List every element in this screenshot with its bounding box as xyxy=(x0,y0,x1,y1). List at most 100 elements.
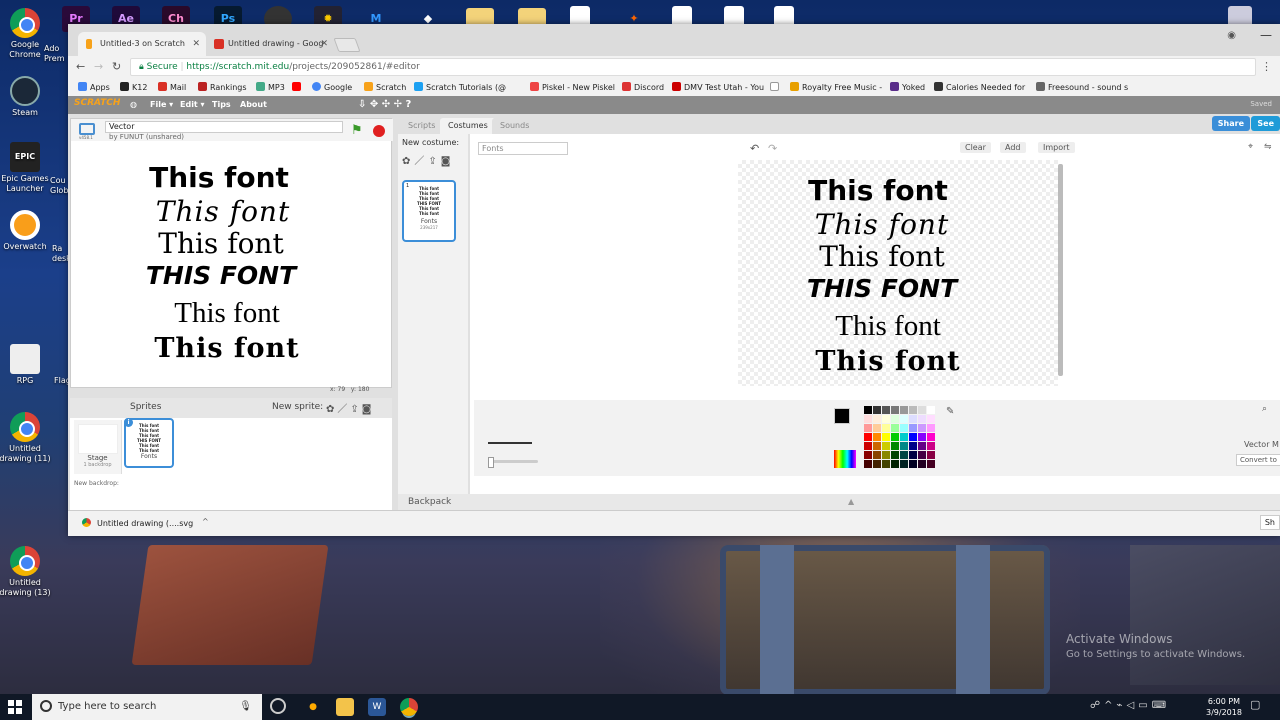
color-swatch[interactable] xyxy=(909,442,917,450)
desktop-icon-rpg[interactable]: RPG xyxy=(0,344,55,386)
bookmark-yoked[interactable]: Yoked xyxy=(890,82,925,92)
crosshair-icon[interactable]: ⌖ xyxy=(1248,142,1253,152)
color-swatch[interactable] xyxy=(918,433,926,441)
color-swatch[interactable] xyxy=(864,451,872,459)
undo-icon[interactable]: ↶ xyxy=(750,142,759,155)
color-swatch[interactable] xyxy=(918,460,926,468)
tab-costumes[interactable]: Costumes xyxy=(440,118,496,134)
bookmark-apps[interactable]: Apps xyxy=(78,82,110,92)
project-title-input[interactable]: Vector xyxy=(105,121,343,133)
stage-thumbnail[interactable]: Stage 1 backdrop xyxy=(74,420,122,474)
reload-icon[interactable]: ↻ xyxy=(112,60,121,73)
chevron-up-icon[interactable]: ^ xyxy=(1104,700,1116,711)
help-tool-icon[interactable]: ? xyxy=(406,99,412,110)
app-flame-icon[interactable]: ● xyxy=(304,698,322,716)
current-color-swatch[interactable] xyxy=(834,408,850,424)
add-button[interactable]: Add xyxy=(1000,142,1026,153)
color-swatch[interactable] xyxy=(864,442,872,450)
menu-tips[interactable]: Tips xyxy=(212,100,231,109)
volume-icon[interactable]: ◁ xyxy=(1127,700,1139,711)
color-swatch[interactable] xyxy=(891,415,899,423)
bookmark-discord[interactable]: Discord xyxy=(622,82,664,92)
color-swatch[interactable] xyxy=(900,424,908,432)
bookmark-dmv[interactable]: DMV Test Utah - You xyxy=(672,82,764,92)
tab-scripts[interactable]: Scripts xyxy=(400,118,444,134)
globe-icon[interactable]: ◍ xyxy=(130,100,137,109)
stroke-width-slider[interactable] xyxy=(488,457,538,468)
color-swatch[interactable] xyxy=(909,406,917,414)
chevron-up-icon[interactable]: ^ xyxy=(202,517,209,526)
color-swatch[interactable] xyxy=(873,415,881,423)
color-swatch[interactable] xyxy=(909,460,917,468)
color-swatch[interactable] xyxy=(918,442,926,450)
canvas-scrollbar[interactable] xyxy=(1058,164,1063,376)
color-swatch[interactable] xyxy=(873,433,881,441)
eyedropper-icon[interactable]: ✎ xyxy=(946,406,954,417)
color-picker-rainbow[interactable] xyxy=(834,450,856,468)
costume-name-input[interactable]: Fonts xyxy=(478,142,568,155)
menu-file[interactable]: File ▾ xyxy=(150,100,173,109)
color-swatch[interactable] xyxy=(882,451,890,459)
share-button[interactable]: Share xyxy=(1211,116,1250,131)
new-tab-button[interactable] xyxy=(333,38,361,52)
bookmark-k12[interactable]: K12 xyxy=(120,82,147,92)
taskbar-search[interactable]: Type here to search 🎙︎ xyxy=(32,694,262,720)
cut-tool-icon[interactable]: ✥ xyxy=(370,99,378,110)
bookmark-scratch-tutorials[interactable]: Scratch Tutorials (@ xyxy=(414,82,506,92)
grow-tool-icon[interactable]: ✣ xyxy=(382,99,390,110)
color-swatch[interactable] xyxy=(900,460,908,468)
info-icon[interactable]: i xyxy=(124,418,133,427)
color-swatch[interactable] xyxy=(864,424,872,432)
color-swatch[interactable] xyxy=(927,442,935,450)
color-swatch[interactable] xyxy=(864,460,872,468)
desktop-icon-untitled-11[interactable]: Untitled drawing (11) xyxy=(0,412,55,464)
stop-sign-icon[interactable] xyxy=(373,125,385,137)
color-swatch[interactable] xyxy=(873,442,881,450)
color-swatch[interactable] xyxy=(927,406,935,414)
green-flag-icon[interactable]: ⚑ xyxy=(351,123,363,138)
bookmark-calories[interactable]: Calories Needed for xyxy=(934,82,1025,92)
color-swatch[interactable] xyxy=(891,442,899,450)
costume-library-icon[interactable]: ✿ xyxy=(402,156,414,167)
minimize-window-button[interactable]: — xyxy=(1260,28,1272,42)
color-swatch[interactable] xyxy=(927,451,935,459)
tab-sounds[interactable]: Sounds xyxy=(492,118,538,134)
flip-icon[interactable]: ⇋ xyxy=(1264,142,1272,152)
word-icon[interactable]: W xyxy=(368,698,386,716)
sprite-thumbnail-fonts[interactable]: i This font This font This font THIS FON… xyxy=(124,418,174,468)
desktop-icon-epic[interactable]: EPIC Epic Games Launcher xyxy=(0,142,55,194)
fullscreen-icon[interactable] xyxy=(79,123,95,135)
color-swatch[interactable] xyxy=(927,415,935,423)
battery-icon[interactable]: ▭ xyxy=(1138,700,1151,711)
color-swatch[interactable] xyxy=(891,406,899,414)
network-icon[interactable]: ⌁ xyxy=(1117,700,1127,711)
convert-to-bitmap-button[interactable]: Convert to xyxy=(1236,454,1280,466)
taskbar-clock[interactable]: 6:00 PM 3/9/2018 xyxy=(1206,696,1242,718)
color-swatch[interactable] xyxy=(918,415,926,423)
color-swatch[interactable] xyxy=(918,406,926,414)
color-swatch[interactable] xyxy=(882,442,890,450)
costume-thumbnail[interactable]: 1 This font This font This font THIS FON… xyxy=(402,180,456,242)
color-swatch[interactable] xyxy=(900,406,908,414)
bookmark-youtube[interactable] xyxy=(292,82,304,92)
bookmark-rankings[interactable]: Rankings xyxy=(198,82,247,92)
windows-start-icon[interactable] xyxy=(8,700,22,714)
bookmark-mail[interactable]: Mail xyxy=(158,82,186,92)
menu-about[interactable]: About xyxy=(240,100,267,109)
color-swatch[interactable] xyxy=(900,451,908,459)
color-swatch[interactable] xyxy=(927,460,935,468)
color-swatch[interactable] xyxy=(891,424,899,432)
color-swatch[interactable] xyxy=(891,451,899,459)
microphone-icon[interactable]: 🎙︎ xyxy=(239,694,252,720)
color-swatch[interactable] xyxy=(882,424,890,432)
color-swatch[interactable] xyxy=(882,415,890,423)
show-all-button[interactable]: Sh xyxy=(1259,515,1280,530)
color-swatch[interactable] xyxy=(891,433,899,441)
menu-kebab-icon[interactable]: ⋮ xyxy=(1261,60,1272,73)
color-swatch[interactable] xyxy=(882,406,890,414)
color-swatches[interactable] xyxy=(864,406,936,468)
chrome-taskbar-icon[interactable] xyxy=(400,698,418,716)
tab-google-drawing[interactable]: Untitled drawing - Goog ✕ xyxy=(206,32,334,56)
paint-sprite-icon[interactable]: ／ xyxy=(337,404,350,415)
color-swatch[interactable] xyxy=(909,433,917,441)
